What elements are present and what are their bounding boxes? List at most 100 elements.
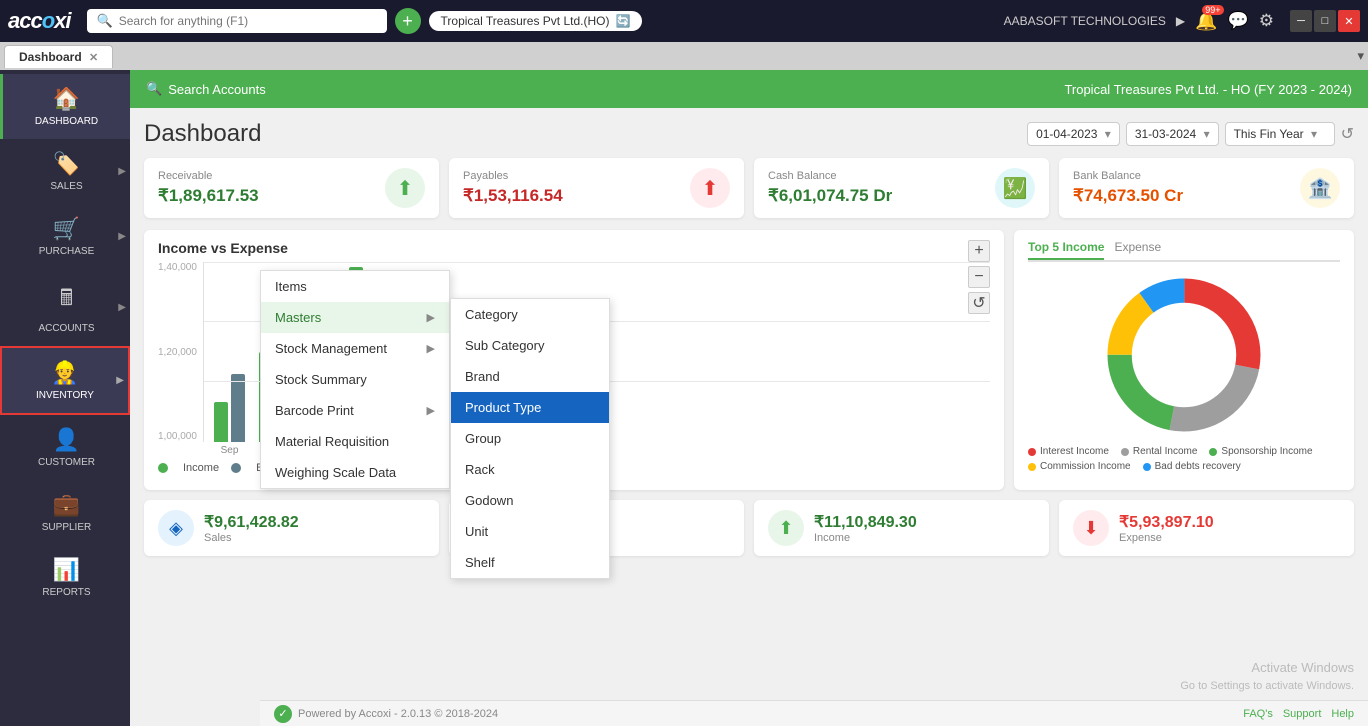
- purchase-arrow: ▶: [118, 231, 126, 242]
- topbar-right: AABASOFT TECHNOLOGIES ▶ 🔔99+ 💬 ⚙ ─ □ ✕: [1004, 10, 1360, 32]
- payables-amount: ₹1,53,116.54: [463, 186, 563, 206]
- sales-icon: 🏷️: [53, 151, 80, 177]
- tab-top5-expense[interactable]: Expense: [1114, 240, 1161, 260]
- submenu-category[interactable]: Category: [451, 299, 609, 330]
- footer: ✓ Powered by Accoxi - 2.0.13 © 2018-2024…: [260, 700, 1368, 726]
- payables-icon: ⬆: [690, 168, 730, 208]
- help-link[interactable]: Help: [1331, 708, 1354, 720]
- menu-masters[interactable]: Masters ▶: [261, 302, 449, 333]
- footer-links: FAQ's Support Help: [1243, 708, 1354, 720]
- submenu-rack[interactable]: Rack: [451, 454, 609, 485]
- income-amount: ₹11,10,849.30: [814, 512, 917, 532]
- arrow-icon[interactable]: ▶: [1176, 14, 1185, 28]
- income-card: ⬆ ₹11,10,849.30 Income: [754, 500, 1049, 556]
- tab-dashboard[interactable]: Dashboard ✕: [4, 45, 113, 68]
- sidebar-item-sales[interactable]: 🏷️ SALES ▶: [0, 139, 130, 204]
- date-to-arrow: ▾: [1204, 127, 1210, 141]
- submenu-unit[interactable]: Unit: [451, 516, 609, 547]
- date-from-selector[interactable]: 01-04-2023 ▾: [1027, 122, 1120, 146]
- sidebar-item-accounts[interactable]: 🖩 ACCOUNTS ▶: [0, 269, 130, 346]
- minimize-button[interactable]: ─: [1290, 10, 1312, 32]
- footer-logo-text: Powered by Accoxi - 2.0.13 © 2018-2024: [298, 708, 498, 720]
- menu-items[interactable]: Items: [261, 271, 449, 302]
- inventory-icon: 👷: [51, 360, 78, 386]
- period-selector[interactable]: This Fin Year ▾: [1225, 122, 1335, 146]
- activate-watermark: Activate Windows Go to Settings to activ…: [1180, 658, 1354, 696]
- sidebar-item-customer[interactable]: 👤 CUSTOMER: [0, 415, 130, 480]
- sales-label: Sales: [204, 532, 299, 544]
- y-label-140: 1,40,000: [158, 262, 197, 273]
- top5-tabs: Top 5 Income Expense: [1028, 240, 1340, 262]
- message-icon[interactable]: 💬: [1228, 11, 1249, 31]
- sidebar: 🏠 DASHBOARD 🏷️ SALES ▶ 🛒 PURCHASE ▶ 🖩 AC…: [0, 70, 130, 726]
- accounts-icon: 🖩: [60, 281, 73, 319]
- menu-masters-label: Masters: [275, 310, 321, 325]
- submenu-group[interactable]: Group: [451, 423, 609, 454]
- refresh-dashboard-button[interactable]: ↺: [1341, 124, 1354, 144]
- submenu-sub-category[interactable]: Sub Category: [451, 330, 609, 361]
- legend-commission: Commission Income: [1028, 461, 1131, 472]
- company-selector[interactable]: Tropical Treasures Pvt Ltd.(HO) 🔄: [429, 11, 643, 31]
- income-label: Income: [814, 532, 917, 544]
- legend-sponsorship-dot: [1209, 448, 1217, 456]
- topbar: accoxi 🔍 + Tropical Treasures Pvt Ltd.(H…: [0, 0, 1368, 42]
- y-label-100: 1,00,000: [158, 431, 197, 442]
- add-button[interactable]: +: [395, 8, 421, 34]
- tab-dashboard-label: Dashboard: [19, 50, 82, 64]
- company-name: Tropical Treasures Pvt Ltd.(HO): [441, 14, 610, 28]
- legend-interest-dot: [1028, 448, 1036, 456]
- sidebar-item-inventory[interactable]: 👷 INVENTORY ▶: [0, 346, 130, 415]
- period-value: This Fin Year: [1234, 127, 1304, 141]
- donut-chart-wrapper: [1028, 270, 1340, 440]
- legend-bad-debts: Bad debts recovery: [1143, 461, 1241, 472]
- activate-line2: Go to Settings to activate Windows.: [1180, 678, 1354, 696]
- bar-sep-expense: [231, 374, 245, 442]
- menu-barcode-print-label: Barcode Print: [275, 403, 354, 418]
- submenu-brand[interactable]: Brand: [451, 361, 609, 392]
- sidebar-item-supplier[interactable]: 💼 SUPPLIER: [0, 480, 130, 545]
- sidebar-item-purchase[interactable]: 🛒 PURCHASE ▶: [0, 204, 130, 269]
- search-input[interactable]: [119, 14, 339, 28]
- menu-material-req-label: Material Requisition: [275, 434, 389, 449]
- chart-plus-button[interactable]: +: [968, 240, 990, 262]
- menu-stock-management[interactable]: Stock Management ▶: [261, 333, 449, 364]
- menu-material-req[interactable]: Material Requisition: [261, 426, 449, 457]
- cash-balance-label: Cash Balance: [768, 170, 892, 182]
- top5-panel: Top 5 Income Expense: [1014, 230, 1354, 490]
- faq-link[interactable]: FAQ's: [1243, 708, 1273, 720]
- tab-arrow-icon[interactable]: ▾: [1357, 48, 1364, 64]
- sidebar-item-dashboard[interactable]: 🏠 DASHBOARD: [0, 74, 130, 139]
- submenu-godown[interactable]: Godown: [451, 485, 609, 516]
- company-display: AABASOFT TECHNOLOGIES: [1004, 14, 1166, 28]
- inventory-menu: Items Masters ▶ Stock Management ▶ Stock…: [260, 270, 450, 489]
- legend-sponsorship-label: Sponsorship Income: [1221, 446, 1312, 457]
- income-legend-dot: [158, 463, 168, 473]
- menu-stock-summary[interactable]: Stock Summary: [261, 364, 449, 395]
- search-accounts-button[interactable]: 🔍 Search Accounts: [146, 81, 266, 97]
- menu-barcode-print[interactable]: Barcode Print ▶: [261, 395, 449, 426]
- notification-button[interactable]: 🔔99+: [1195, 11, 1217, 32]
- maximize-button[interactable]: □: [1314, 10, 1336, 32]
- accounts-arrow: ▶: [118, 302, 126, 313]
- refresh-icon[interactable]: 🔄: [615, 14, 630, 28]
- settings-icon[interactable]: ⚙: [1259, 11, 1274, 31]
- cash-balance-card: Cash Balance ₹6,01,074.75 Dr 💹: [754, 158, 1049, 218]
- dashboard-title: Dashboard: [144, 120, 261, 148]
- period-arrow: ▾: [1311, 127, 1317, 141]
- submenu-product-type[interactable]: Product Type: [451, 392, 609, 423]
- submenu-shelf[interactable]: Shelf: [451, 547, 609, 578]
- tab-top5-income[interactable]: Top 5 Income: [1028, 240, 1104, 260]
- bank-balance-card: Bank Balance ₹74,673.50 Cr 🏦: [1059, 158, 1354, 218]
- support-link[interactable]: Support: [1283, 708, 1322, 720]
- sidebar-reports-label: REPORTS: [42, 587, 90, 598]
- bar-group-sep: [214, 374, 245, 442]
- close-button[interactable]: ✕: [1338, 10, 1360, 32]
- sidebar-purchase-label: PURCHASE: [39, 246, 95, 257]
- search-bar[interactable]: 🔍: [87, 9, 387, 33]
- legend-sponsorship: Sponsorship Income: [1209, 446, 1312, 457]
- sidebar-item-reports[interactable]: 📊 REPORTS: [0, 545, 130, 610]
- menu-weighing[interactable]: Weighing Scale Data: [261, 457, 449, 488]
- date-to-selector[interactable]: 31-03-2024 ▾: [1126, 122, 1219, 146]
- tab-close-icon[interactable]: ✕: [89, 52, 98, 64]
- purchase-icon: 🛒: [53, 216, 80, 242]
